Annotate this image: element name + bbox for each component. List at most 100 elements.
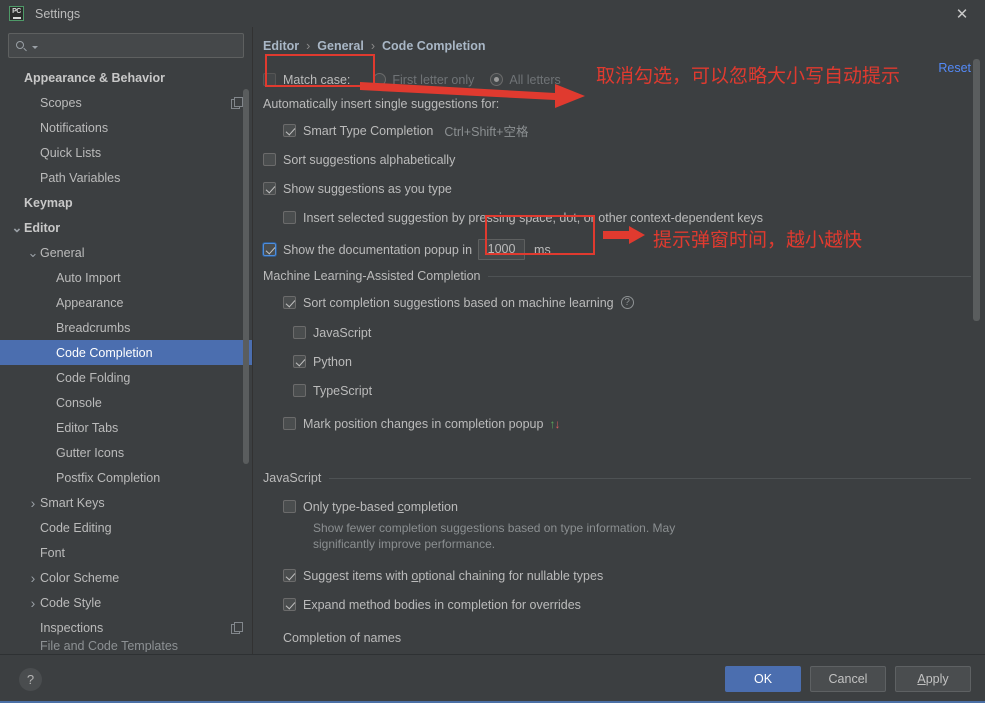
only-type-based-hint: Show fewer completion suggestions based … <box>313 521 676 551</box>
expand-method-bodies-checkbox[interactable] <box>283 598 296 611</box>
all-letters-label: All letters <box>509 72 561 87</box>
sidebar-item-label: Inspections <box>40 620 104 635</box>
sidebar-item-scopes[interactable]: Scopes <box>0 90 252 115</box>
ml-section-header: Machine Learning-Assisted Completion <box>263 269 985 283</box>
close-icon[interactable]: ✕ <box>939 0 985 27</box>
settings-tree[interactable]: Appearance & Behavior Scopes Notifications… <box>0 63 252 654</box>
sidebar-item-quick-lists[interactable]: Quick Lists <box>0 140 252 165</box>
ml-section-title: Machine Learning-Assisted Completion <box>263 269 481 283</box>
main-scrollbar[interactable] <box>973 59 980 321</box>
chevron-down-icon[interactable]: ⌄ <box>26 246 40 259</box>
completion-of-names-title: Completion of names <box>283 630 402 645</box>
sidebar-item-notifications[interactable]: Notifications <box>0 115 252 140</box>
sidebar-item-color-scheme[interactable]: › Color Scheme <box>0 565 252 590</box>
question-mark-icon[interactable]: ? <box>620 296 634 309</box>
mark-position-changes-row: Mark position changes in completion popu… <box>283 412 985 435</box>
only-type-based-checkbox[interactable] <box>283 500 296 513</box>
sidebar-item-appearance-behavior[interactable]: Appearance & Behavior <box>0 65 252 90</box>
sidebar-item-general[interactable]: ⌄ General <box>0 240 252 265</box>
search-icon <box>15 39 29 53</box>
chevron-down-icon[interactable]: ⌄ <box>10 221 24 234</box>
mark-position-changes-label: Mark position changes in completion popu… <box>303 416 544 431</box>
typescript-checkbox[interactable] <box>293 384 306 397</box>
first-letter-only-label: First letter only <box>392 72 475 87</box>
javascript-checkbox[interactable] <box>293 326 306 339</box>
documentation-popup-delay-input[interactable]: 1000 <box>478 239 526 260</box>
mark-position-changes-checkbox[interactable] <box>283 417 296 430</box>
copy-icon[interactable] <box>231 97 243 109</box>
help-button[interactable]: ? <box>19 667 42 691</box>
first-letter-only-radio[interactable] <box>373 73 387 86</box>
search-box[interactable] <box>8 33 244 58</box>
sidebar-item-label: Color Scheme <box>40 570 120 585</box>
sidebar-item-file-and-code-templates[interactable]: File and Code Templates <box>0 640 252 652</box>
sort-ml-label: Sort completion suggestions based on mac… <box>303 295 614 310</box>
sidebar-item-code-folding[interactable]: Code Folding <box>0 365 252 390</box>
section-divider <box>488 275 971 277</box>
sidebar-item-code-editing[interactable]: Code Editing <box>0 515 252 540</box>
sidebar-item-label: Auto Import <box>56 270 121 285</box>
sidebar-item-keymap[interactable]: Keymap <box>0 190 252 215</box>
sidebar-item-editor-tabs[interactable]: Editor Tabs <box>0 415 252 440</box>
sidebar-item-font[interactable]: Font <box>0 540 252 565</box>
smart-type-completion-checkbox[interactable] <box>283 124 296 137</box>
chevron-right-icon[interactable]: › <box>26 596 40 610</box>
sidebar-item-path-variables[interactable]: Path Variables <box>0 165 252 190</box>
sidebar-item-appearance[interactable]: Appearance <box>0 290 252 315</box>
sort-alphabetically-checkbox[interactable] <box>263 153 276 166</box>
sidebar-item-console[interactable]: Console <box>0 390 252 415</box>
copy-icon[interactable] <box>231 622 243 634</box>
title-bar: PC Settings ✕ <box>0 0 985 27</box>
breadcrumb-separator: › <box>306 39 311 53</box>
sidebar-item-inspections[interactable]: Inspections <box>0 615 252 640</box>
dialog-body: Appearance & Behavior Scopes Notifications… <box>0 27 985 654</box>
sidebar-item-label: Gutter Icons <box>56 445 125 460</box>
sidebar-item-label: Code Folding <box>56 370 131 385</box>
sidebar-item-editor[interactable]: ⌄ Editor <box>0 215 252 240</box>
only-type-based-row: Only type-based completion <box>283 495 985 518</box>
chevron-right-icon[interactable]: › <box>26 496 40 510</box>
sidebar-item-breadcrumbs[interactable]: Breadcrumbs <box>0 315 252 340</box>
sidebar-item-label: File and Code Templates <box>40 640 179 652</box>
all-letters-radio[interactable] <box>490 73 504 86</box>
sidebar-item-smart-keys[interactable]: › Smart Keys <box>0 490 252 515</box>
expand-method-bodies-label: Expand method bodies in completion for o… <box>303 597 581 612</box>
match-case-checkbox[interactable] <box>263 73 276 86</box>
breadcrumb-editor[interactable]: Editor <box>263 39 299 53</box>
chevron-right-icon[interactable]: › <box>26 571 40 585</box>
smart-type-completion-row: Smart Type Completion Ctrl+Shift+空格 <box>283 119 985 142</box>
sidebar-item-gutter-icons[interactable]: Gutter Icons <box>0 440 252 465</box>
sort-alphabetically-label: Sort suggestions alphabetically <box>283 152 456 167</box>
sidebar-scrollbar[interactable] <box>243 89 249 464</box>
settings-content: Match case: First letter only All letter… <box>253 53 985 654</box>
python-checkbox[interactable] <box>293 355 306 368</box>
sidebar-item-label: Editor Tabs <box>56 420 119 435</box>
breadcrumb-general[interactable]: General <box>317 39 364 53</box>
sidebar-item-label: Breadcrumbs <box>56 320 131 335</box>
sort-alphabetically-row: Sort suggestions alphabetically <box>263 148 985 171</box>
ok-button[interactable]: OK <box>725 666 801 692</box>
sidebar-item-code-completion[interactable]: Code Completion <box>0 340 252 365</box>
breadcrumb-separator-2: › <box>370 39 376 53</box>
expand-method-bodies-row: Expand method bodies in completion for o… <box>283 593 985 616</box>
arrow-up-down-icon: ↑↓ <box>549 417 560 431</box>
sort-ml-checkbox[interactable] <box>283 296 296 309</box>
search-input[interactable] <box>38 37 237 54</box>
cancel-button[interactable]: Cancel <box>810 666 886 692</box>
smart-type-completion-label: Smart Type Completion <box>303 123 434 138</box>
show-suggestions-checkbox[interactable] <box>263 182 276 195</box>
sidebar-item-code-style[interactable]: › Code Style <box>0 590 252 615</box>
sidebar-item-auto-import[interactable]: Auto Import <box>0 265 252 290</box>
dialog-footer: ? OK Cancel Apply <box>0 654 985 703</box>
sidebar-item-label: Quick Lists <box>40 145 102 160</box>
match-case-label: Match case: <box>283 72 351 87</box>
documentation-popup-checkbox[interactable] <box>263 243 276 256</box>
optional-chaining-checkbox[interactable] <box>283 569 296 582</box>
settings-sidebar: Appearance & Behavior Scopes Notifications… <box>0 27 253 654</box>
apply-button[interactable]: Apply <box>895 666 971 692</box>
breadcrumb-code-completion: Code Completion <box>382 39 486 53</box>
insert-selected-checkbox[interactable] <box>283 211 296 224</box>
auto-insert-label-row: Automatically insert single suggestions … <box>263 92 985 115</box>
sidebar-item-postfix-completion[interactable]: Postfix Completion <box>0 465 252 490</box>
optional-chaining-label: Suggest items with optional chaining for… <box>303 568 604 583</box>
